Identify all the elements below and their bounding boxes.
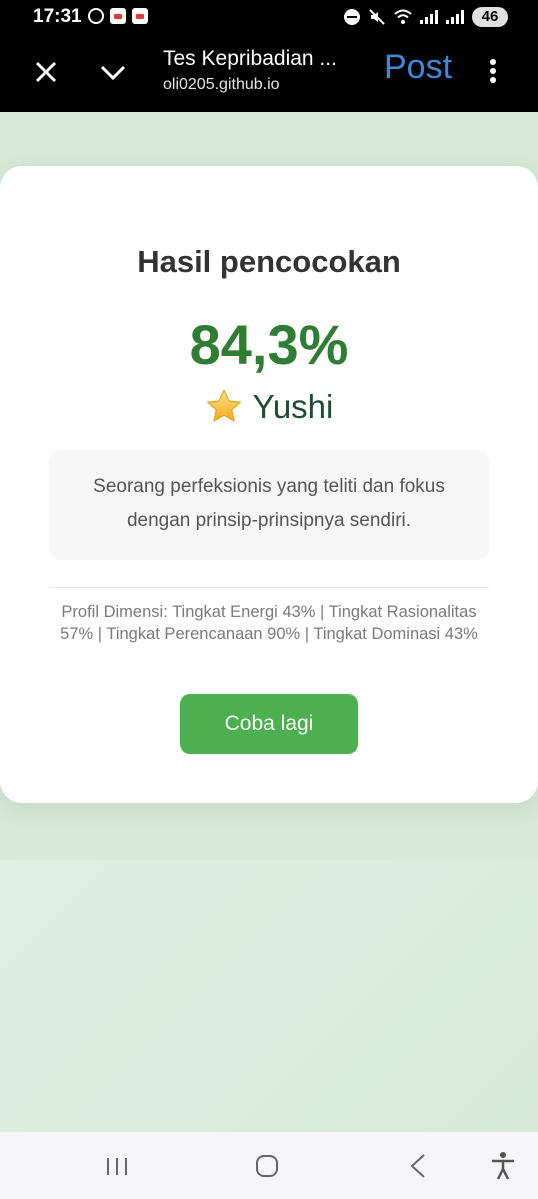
calendar-icon (110, 8, 126, 24)
result-heading: Hasil pencocokan (137, 244, 401, 279)
signal-icon (420, 10, 438, 24)
system-status-icons: 46 (344, 7, 508, 27)
accessibility-icon[interactable] (485, 1148, 521, 1184)
personality-type: Yushi (0, 388, 538, 426)
whatsapp-icon (88, 8, 104, 24)
home-icon[interactable] (249, 1148, 285, 1184)
wifi-icon (394, 9, 412, 24)
notification-icons (88, 8, 148, 24)
dnd-icon (344, 9, 360, 25)
calendar-icon (132, 8, 148, 24)
post-button[interactable]: Post (384, 48, 452, 87)
status-bar: 17:31 46 (0, 0, 538, 34)
browser-page-title: Tes Kepribadian ... (163, 47, 337, 70)
dimension-profile: Profil Dimensi: Tingkat Energi 43% | Tin… (60, 603, 478, 643)
more-vert-icon[interactable] (484, 56, 502, 88)
status-time: 17:31 (33, 6, 82, 27)
page-title-block[interactable]: Tes Kepribadian ... oli0205.github.io (163, 46, 337, 94)
chevron-down-icon[interactable] (97, 56, 129, 88)
divider (49, 587, 489, 588)
back-icon[interactable] (400, 1148, 436, 1184)
battery-indicator: 46 (472, 7, 508, 27)
star-icon (206, 389, 242, 423)
mute-icon (369, 9, 385, 25)
system-nav-bar (0, 1132, 538, 1199)
close-icon[interactable] (30, 56, 62, 88)
recents-icon[interactable] (99, 1148, 135, 1184)
match-percentage: 84,3% (189, 313, 349, 376)
result-card: Hasil pencocokan 84,3% Yushi Seorang per… (0, 166, 538, 803)
browser-toolbar: Tes Kepribadian ... oli0205.github.io Po… (0, 34, 538, 112)
retry-button[interactable]: Coba lagi (180, 694, 358, 754)
type-description: Seorang perfeksionis yang teliti dan fok… (49, 450, 489, 560)
signal-icon (446, 10, 464, 24)
type-name: Yushi (252, 388, 334, 425)
browser-url: oli0205.github.io (163, 76, 280, 93)
